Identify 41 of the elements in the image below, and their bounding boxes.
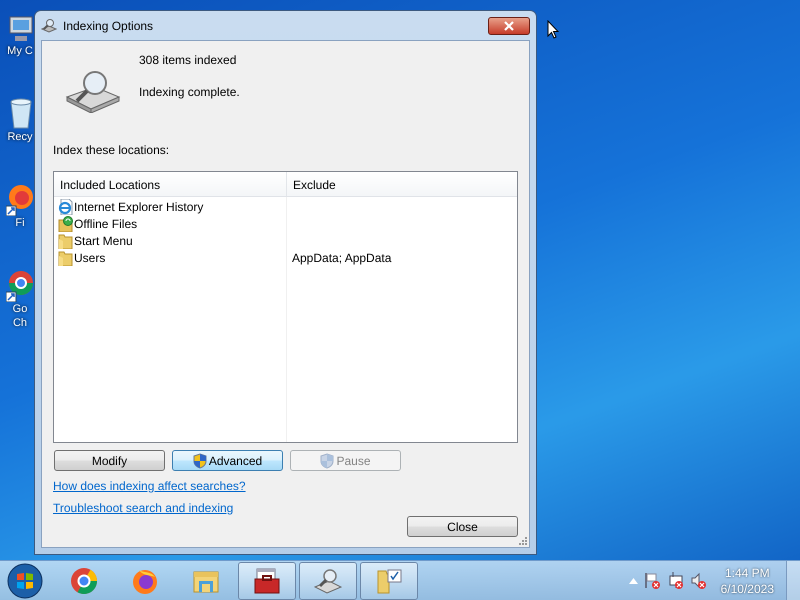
help-link[interactable]: How does indexing affect searches?: [53, 479, 246, 493]
table-cell[interactable]: Internet Explorer History: [54, 198, 286, 215]
table-cell[interactable]: Start Menu: [54, 232, 286, 249]
table-cell[interactable]: Offline Files: [54, 215, 286, 232]
start-button[interactable]: [7, 562, 43, 598]
chrome-icon[interactable]: [70, 566, 98, 594]
desktop-icon-label[interactable]: Recy: [6, 130, 34, 144]
dialog-button[interactable]: Advanced: [172, 450, 283, 471]
table-cell-text: AppData; AppData: [291, 250, 392, 266]
folder-sync-icon: [58, 216, 73, 232]
dialog-button[interactable]: Close: [407, 516, 518, 537]
document-e-icon: [58, 198, 73, 214]
section-label: Index these locations:: [53, 143, 170, 157]
taskbar-button[interactable]: [238, 562, 296, 600]
speaker-error-icon[interactable]: [690, 572, 707, 589]
magnifier-drive-icon: [314, 566, 342, 594]
status-text: Indexing complete.: [139, 85, 240, 99]
mouse-cursor-icon: [547, 20, 559, 39]
table-cell[interactable]: Users: [54, 249, 286, 266]
items-count: 308 items indexed: [139, 53, 238, 67]
window-title: Indexing Options: [63, 18, 154, 32]
magnifier-drive-icon: [65, 69, 121, 113]
help-link[interactable]: Troubleshoot search and indexing: [53, 501, 234, 515]
close-button[interactable]: [488, 17, 530, 35]
network-error-icon[interactable]: [666, 572, 684, 589]
chrome-icon[interactable]: [6, 268, 36, 302]
resize-grip-icon: [518, 536, 527, 545]
desktop-icon-label[interactable]: My C: [6, 44, 34, 58]
toolbox-icon: [253, 566, 281, 594]
desktop-icon-label[interactable]: Fi: [6, 216, 34, 230]
firefox-icon[interactable]: [6, 182, 36, 216]
desktop-icon-label[interactable]: Go Ch: [6, 302, 34, 330]
flag-error-icon[interactable]: [644, 572, 661, 589]
dialog-button[interactable]: Modify: [54, 450, 165, 471]
close-icon: [503, 21, 515, 31]
magnifier-drive-icon: [41, 18, 57, 34]
folder-icon: [58, 232, 73, 248]
column-header[interactable]: Exclude: [287, 172, 517, 196]
column-header[interactable]: Included Locations: [54, 172, 287, 196]
folder-icon: [58, 250, 73, 266]
folder-checklist-icon: [375, 566, 403, 594]
